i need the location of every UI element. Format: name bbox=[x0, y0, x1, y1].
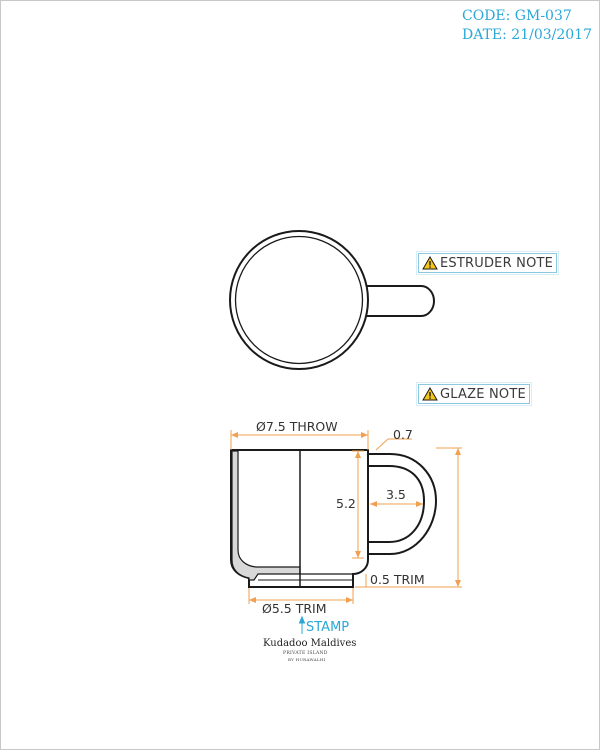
dim-base-trim-label: Ø5.5 TRIM bbox=[262, 601, 326, 616]
stamp-logo-tagline: BY HURAWALHI bbox=[288, 657, 326, 662]
stamp-arrow bbox=[298, 615, 306, 634]
extruder-note-box[interactable]: ESTRUDER NOTE bbox=[415, 251, 560, 275]
extruder-note-label: ESTRUDER NOTE bbox=[440, 255, 554, 271]
arrow-throw-left bbox=[231, 432, 238, 438]
mug-side-view bbox=[230, 449, 438, 588]
drawing-date: DATE: 21/03/2017 bbox=[462, 27, 592, 43]
stamp-logo-title: Kudadoo Maldives bbox=[263, 638, 357, 649]
arrow-overall-bottom bbox=[455, 580, 461, 587]
rim-outer-circle bbox=[229, 230, 369, 370]
arrow-base-right bbox=[346, 597, 353, 603]
dim-height-label: 5.2 bbox=[336, 496, 356, 511]
arrow-overall-top bbox=[455, 448, 461, 455]
dim-handle-width-label: 3.5 bbox=[386, 487, 406, 502]
arrow-handle-left bbox=[370, 501, 377, 507]
stamp-label: STAMP bbox=[306, 620, 350, 635]
mug-top-view bbox=[229, 230, 435, 370]
arrow-throw-right bbox=[361, 432, 368, 438]
glaze-note-box[interactable]: GLAZE NOTE bbox=[416, 382, 532, 406]
warning-icon bbox=[422, 256, 438, 270]
glaze-note-label: GLAZE NOTE bbox=[440, 386, 526, 402]
warning-icon bbox=[422, 387, 438, 401]
dim-throw-diameter-label: Ø7.5 THROW bbox=[256, 419, 338, 434]
drawing-code: CODE: GM-037 bbox=[462, 8, 572, 24]
stamp-logo-subtitle: PRIVATE ISLAND bbox=[283, 651, 328, 656]
arrow-base-left bbox=[249, 597, 256, 603]
dim-bottom-trim-label: 0.5 TRIM bbox=[370, 572, 425, 587]
drawing-sheet: Ø7.5 THROW 0.7 5.2 3.5 0.5 TRIM Ø5.5 TRI… bbox=[0, 0, 600, 750]
handle-top-view bbox=[364, 285, 435, 317]
dim-handle-thickness-leader bbox=[375, 438, 389, 451]
dim-handle-thickness-label: 0.7 bbox=[393, 427, 413, 442]
stamp-arrow-head bbox=[298, 615, 306, 624]
arrow-handle-right bbox=[416, 501, 423, 507]
